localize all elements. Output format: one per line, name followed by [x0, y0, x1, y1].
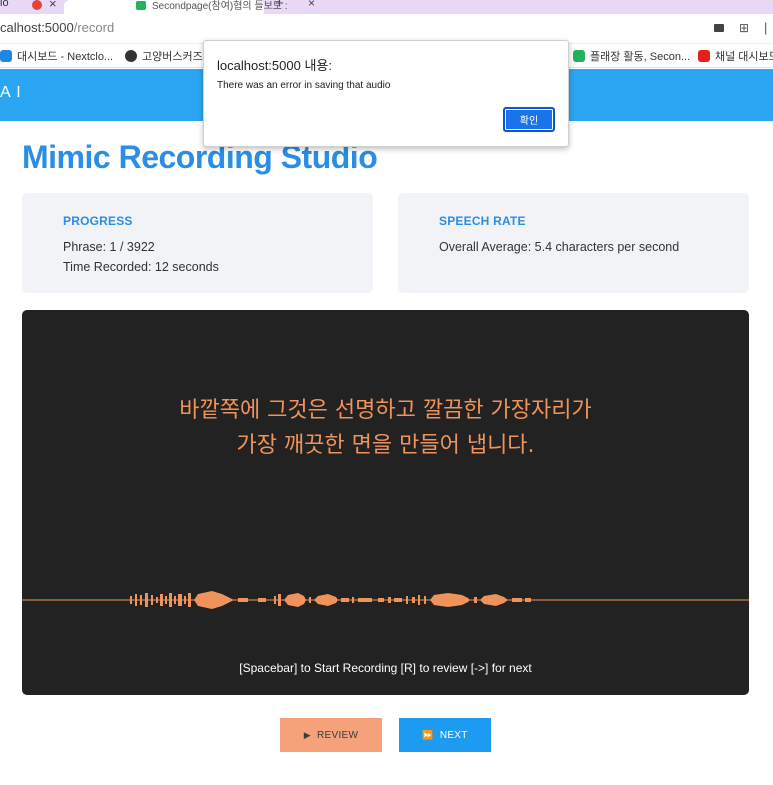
keyboard-hint: [Spacebar] to Start Recording [R] to rev… [239, 661, 532, 675]
tab-favicon-icon [136, 1, 146, 10]
speech-rate-average: Overall Average: 5.4 characters per seco… [439, 240, 680, 254]
review-button[interactable]: ▶ REVIEW [280, 718, 382, 752]
bookmark-label: 대시보드 - Nextclo... [17, 51, 114, 63]
globe-icon [125, 50, 137, 62]
bookmark-label: 고양버스커즈 [142, 51, 203, 63]
tab-title: Secondpage(참여)협의 들보도 : [152, 1, 288, 12]
new-tab-icon[interactable]: + [275, 0, 284, 12]
tab-active[interactable]: Secondpage(참여)협의 들보도 : × [64, 0, 315, 14]
tab-fragment-label[interactable]: io [0, 0, 9, 9]
time-recorded: Time Recorded: 12 seconds [63, 260, 219, 274]
alert-message: There was an error in saving that audio [217, 80, 391, 91]
play-icon: ▶ [303, 729, 311, 740]
translate-icon[interactable]: ⊞ [739, 21, 749, 35]
bookmark-item[interactable]: 고양버스커즈 [125, 48, 203, 64]
next-label: NEXT [439, 729, 468, 741]
chat-icon [573, 50, 585, 62]
progress-heading: PROGRESS [63, 214, 133, 228]
menu-icon[interactable]: | [764, 20, 767, 35]
next-button[interactable]: ⏩ NEXT [399, 718, 491, 752]
bookmark-item[interactable]: 대시보드 - Nextclo... [0, 48, 113, 64]
url-field[interactable]: calhost:5000/record [0, 20, 114, 35]
browser-tab-strip: io × Secondpage(참여)협의 들보도 : × + [0, 0, 773, 14]
youtube-icon [698, 50, 710, 62]
speech-rate-card: SPEECH RATE Overall Average: 5.4 charact… [398, 193, 749, 293]
speech-rate-heading: SPEECH RATE [439, 214, 526, 228]
bookmark-item[interactable]: 채널 대시보드 [698, 48, 773, 64]
fast-forward-icon: ⏩ [422, 729, 434, 740]
close-tab-icon[interactable]: × [49, 0, 57, 11]
bookmark-label: 플래장 활동, Secon... [590, 51, 691, 63]
alert-dialog: localhost:5000 내용: There was an error in… [203, 40, 569, 147]
close-tab-icon[interactable]: × [308, 0, 315, 10]
app-brand[interactable]: A I [0, 84, 22, 102]
url-host: calhost:5000 [0, 20, 74, 35]
prompt-line-1: 바깥쪽에 그것은 선명하고 깔끔한 가장자리가 [179, 398, 592, 423]
bookmark-label: 채널 대시보드 [715, 51, 773, 63]
alert-title: localhost:5000 내용: [217, 58, 332, 73]
bookmark-item[interactable]: 플래장 활동, Secon... [573, 48, 690, 64]
recording-stage: 바깥쪽에 그것은 선명하고 깔끔한 가장자리가 가장 깨끗한 면을 만들어 냅니… [22, 310, 749, 695]
url-path: /record [73, 20, 115, 35]
audio-waveform [22, 591, 749, 609]
alert-ok-button[interactable]: 확인 [503, 107, 555, 132]
review-label: REVIEW [316, 729, 359, 741]
prompt-phrase: 바깥쪽에 그것은 선명하고 깔끔한 가장자리가 가장 깨끗한 면을 만들어 냅니… [22, 393, 749, 463]
prompt-line-2: 가장 깨끗한 면을 만들어 냅니다. [236, 433, 535, 458]
camera-icon[interactable] [714, 24, 724, 32]
progress-card: PROGRESS Phrase: 1 / 3922 Time Recorded:… [22, 193, 373, 293]
recording-indicator-icon [32, 0, 42, 10]
nextcloud-icon [0, 50, 12, 62]
phrase-count: Phrase: 1 / 3922 [63, 240, 155, 254]
